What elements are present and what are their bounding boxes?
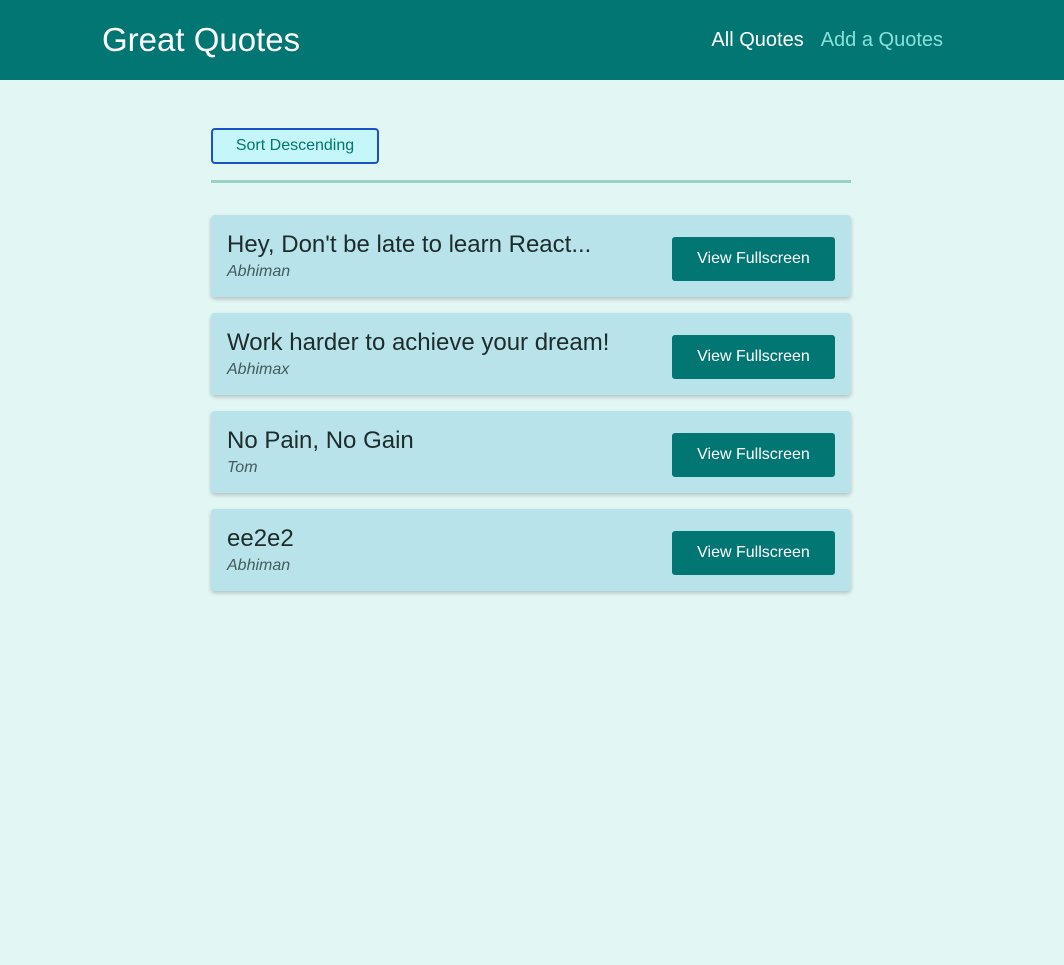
quote-author: Abhiman	[227, 263, 291, 280]
app-header: Great Quotes All Quotes Add a Quotes	[0, 0, 1064, 80]
quote-card: Work harder to achieve your dream! Abhim…	[211, 313, 851, 395]
divider	[211, 180, 851, 183]
quote-text: Hey, Don't be late to learn React...	[227, 231, 592, 258]
quote-author: Abhiman	[227, 557, 291, 574]
view-fullscreen-button[interactable]: View Fullscreen	[672, 237, 835, 281]
sort-button[interactable]: Sort Descending	[211, 128, 379, 164]
quote-text: ee2e2	[227, 525, 294, 552]
quote-card: ee2e2 Abhiman View Fullscreen	[211, 509, 851, 591]
view-fullscreen-button[interactable]: View Fullscreen	[672, 433, 835, 477]
nav-link-all-quotes[interactable]: All Quotes	[711, 28, 803, 52]
main-nav: All Quotes Add a Quotes	[711, 28, 943, 52]
quote-card: Hey, Don't be late to learn React... Abh…	[211, 215, 851, 297]
quote-text: No Pain, No Gain	[227, 427, 414, 454]
quote-author: Abhimax	[227, 361, 290, 378]
quote-author: Tom	[227, 459, 258, 476]
quote-text: Work harder to achieve your dream!	[227, 329, 610, 356]
quote-card: No Pain, No Gain Tom View Fullscreen	[211, 411, 851, 493]
quote-list: Hey, Don't be late to learn React... Abh…	[211, 215, 851, 607]
nav-link-add-quote[interactable]: Add a Quotes	[821, 28, 943, 52]
app-logo[interactable]: Great Quotes	[102, 20, 300, 60]
view-fullscreen-button[interactable]: View Fullscreen	[672, 335, 835, 379]
view-fullscreen-button[interactable]: View Fullscreen	[672, 531, 835, 575]
